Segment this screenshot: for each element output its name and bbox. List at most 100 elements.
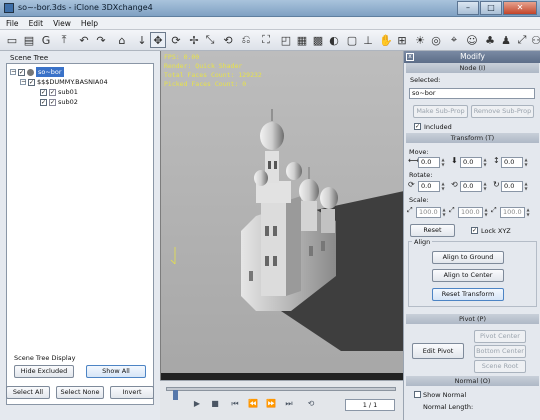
select-all-button[interactable]: Select All [6, 386, 50, 399]
stop-icon[interactable]: ■ [210, 399, 220, 411]
tree-item-dummy[interactable]: − ✓ $$$DUMMY.BASNIA04 [20, 77, 108, 87]
first-frame-icon[interactable]: ⏮ [230, 399, 240, 411]
bottom-center-button[interactable]: Bottom Center [474, 345, 526, 358]
tree-item-sub02[interactable]: ✓ ✓ sub02 [40, 97, 78, 107]
move-x-input[interactable]: 0.0 [418, 157, 440, 168]
scale-y-spin[interactable]: ▲ ▼ [483, 207, 489, 218]
collapse-icon[interactable]: − [20, 79, 26, 85]
rotate-y-spin[interactable]: ▲ ▼ [482, 181, 488, 192]
hide-excluded-button[interactable]: Hide Excluded [14, 365, 74, 378]
play-icon[interactable]: ▶ [192, 399, 202, 411]
pan-icon[interactable]: ✋ [378, 32, 394, 48]
dummy-icon[interactable]: ♟ [498, 32, 514, 48]
select-icon[interactable]: ◰ [278, 32, 294, 48]
make-subprop-button[interactable]: Make Sub-Prop [413, 105, 468, 118]
loop-icon[interactable]: ⟲ [306, 399, 316, 411]
g-icon[interactable]: G [38, 32, 54, 48]
fit-icon[interactable]: ⛶ [258, 32, 274, 48]
scene-root-button[interactable]: Scene Root [474, 360, 526, 373]
menu-help[interactable]: Help [81, 17, 98, 29]
save-icon[interactable]: ▤ [21, 32, 37, 48]
avatar-icon[interactable]: ☺ [464, 32, 480, 48]
align-to-ground-button[interactable]: Align to Ground [432, 251, 504, 264]
camera-icon[interactable]: ◎ [428, 32, 444, 48]
pin-icon[interactable]: ⌖ [446, 32, 462, 48]
open-icon[interactable]: ▭ [4, 32, 20, 48]
tree-item-sub01[interactable]: ✓ ✓ sub01 [40, 87, 78, 97]
frame-counter[interactable]: 1 / 1 [345, 399, 395, 411]
show-normal-checkbox[interactable] [414, 391, 421, 398]
prev-frame-icon[interactable]: ⏪ [248, 399, 258, 411]
down-arrow-icon[interactable]: ↓ [134, 32, 150, 48]
scale-y-input[interactable]: 100.0 [458, 207, 483, 218]
show-all-button[interactable]: Show All [86, 365, 146, 378]
selected-field[interactable]: so~bor [409, 88, 535, 99]
rotate-x-spin[interactable]: ▲ ▼ [440, 181, 446, 192]
scale-icon[interactable]: ⤡ [202, 32, 218, 48]
lock-xyz-checkbox[interactable]: ✓ [471, 227, 478, 234]
transform-section-header[interactable]: Transform (T) [406, 133, 539, 143]
box-icon[interactable]: ▢ [344, 32, 360, 48]
tree-item-root[interactable]: − ✓ so~bor [10, 67, 64, 77]
pivot-section-header[interactable]: Pivot (P) [406, 314, 539, 324]
checkbox-root[interactable]: ✓ [18, 68, 25, 76]
menu-file[interactable]: File [6, 17, 19, 29]
undo-view-icon[interactable]: ⎌ [238, 32, 254, 48]
collapse-icon[interactable]: − [10, 69, 16, 75]
rotate-z-spin[interactable]: ▲ ▼ [523, 181, 529, 192]
checker-icon[interactable]: ▩ [310, 32, 326, 48]
light-icon[interactable]: ☀ [412, 32, 428, 48]
scale-x-spin[interactable]: ▲ ▼ [441, 207, 447, 218]
sphere-icon[interactable]: ◐ [326, 32, 342, 48]
edit-pivot-button[interactable]: Edit Pivot [412, 343, 464, 359]
timeline-track[interactable] [166, 387, 396, 400]
rotate-x-input[interactable]: 0.0 [418, 181, 440, 192]
menu-edit[interactable]: Edit [29, 17, 44, 29]
reset-transform-button[interactable]: Reset Transform [432, 288, 504, 301]
move-x-spin[interactable]: ▲ ▼ [440, 157, 446, 168]
move-y-input[interactable]: 0.0 [460, 157, 482, 168]
included-checkbox[interactable]: ✓ [414, 123, 421, 130]
normal-section-header[interactable]: Normal (O) [406, 376, 539, 386]
checkbox-sub02[interactable]: ✓ [40, 98, 47, 106]
tree-icon[interactable]: ♣ [482, 32, 498, 48]
maximize-button[interactable]: □ [480, 1, 502, 15]
pin-icon[interactable]: x [406, 53, 414, 61]
align-to-center-button[interactable]: Align to Center [432, 269, 504, 282]
minimize-button[interactable]: – [457, 1, 479, 15]
rotate-z-input[interactable]: 0.0 [501, 181, 523, 192]
orbit-icon[interactable]: ⟲ [220, 32, 236, 48]
remove-subprop-button[interactable]: Remove Sub-Prop [471, 105, 534, 118]
zoom-fit-icon[interactable]: ⊞ [394, 32, 410, 48]
grid-icon[interactable]: ▦ [294, 32, 310, 48]
move-y-spin[interactable]: ▲ ▼ [482, 157, 488, 168]
invert-button[interactable]: Invert [110, 386, 154, 399]
move-z-input[interactable]: 0.0 [501, 157, 523, 168]
undo-icon[interactable]: ↶ [76, 32, 92, 48]
3d-viewport[interactable]: FPS: 0.00 Render: Quick Shader Total Fac… [160, 51, 403, 380]
node-section-header[interactable]: Node (I) [406, 63, 539, 73]
rotate-icon[interactable]: ⟳ [168, 32, 184, 48]
redo-icon[interactable]: ↷ [93, 32, 109, 48]
export-icon[interactable]: ⤒ [56, 32, 72, 48]
menu-view[interactable]: View [53, 17, 71, 29]
pivot-center-button[interactable]: Pivot Center [474, 330, 526, 343]
bone-icon[interactable]: ⚇ [528, 32, 540, 48]
scale-x-input[interactable]: 100.0 [416, 207, 441, 218]
rotate-y-input[interactable]: 0.0 [460, 181, 482, 192]
move-z-spin[interactable]: ▲ ▼ [523, 157, 529, 168]
home-icon[interactable]: ⌂ [114, 32, 130, 48]
scale-z-spin[interactable]: ▲ ▼ [525, 207, 531, 218]
timeline-thumb[interactable] [173, 390, 178, 400]
move-icon[interactable]: ✥ [150, 32, 166, 48]
checkbox-dummy[interactable]: ✓ [28, 78, 35, 86]
select-none-button[interactable]: Select None [56, 386, 104, 399]
scale-z-input[interactable]: 100.0 [500, 207, 525, 218]
close-button[interactable]: ✕ [503, 1, 537, 15]
next-frame-icon[interactable]: ⏩ [266, 399, 276, 411]
move-icon[interactable]: ✢ [186, 32, 202, 48]
last-frame-icon[interactable]: ⏭ [284, 399, 294, 411]
reset-button[interactable]: Reset [410, 224, 455, 237]
checkbox-sub01[interactable]: ✓ [40, 88, 47, 96]
axis-icon[interactable]: ⊥ [360, 32, 376, 48]
